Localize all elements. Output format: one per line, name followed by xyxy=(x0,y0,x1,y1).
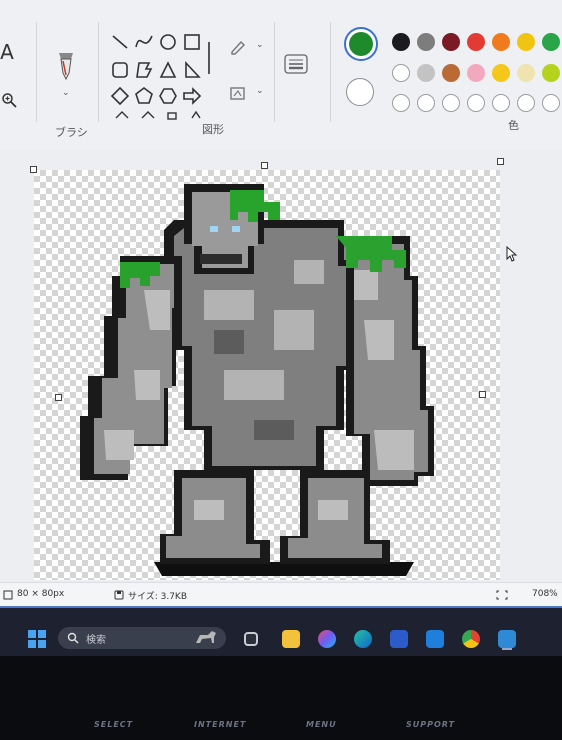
file-size-text: サイズ: 3.7KB xyxy=(128,592,188,602)
resize-handle-top-left[interactable] xyxy=(30,166,37,173)
fill-dropdown-chevron-icon[interactable]: ⌄ xyxy=(256,86,264,96)
outline-dropdown-chevron-icon[interactable]: ⌄ xyxy=(256,40,264,50)
custom-color-slot-6[interactable] xyxy=(517,94,535,112)
zoom-level-text[interactable]: 708% xyxy=(532,589,558,599)
palette-swatch-row1-3[interactable] xyxy=(442,33,460,51)
mouse-cursor-icon xyxy=(506,246,518,262)
palette-swatch-row2-3[interactable] xyxy=(442,64,460,82)
ribbon-divider xyxy=(330,22,331,122)
resize-handle-top-center[interactable] xyxy=(261,162,268,169)
line-shape-icon[interactable] xyxy=(110,32,130,52)
custom-color-slot-2[interactable] xyxy=(417,94,435,112)
stroke-size-icon[interactable] xyxy=(280,50,312,78)
palette-swatch-row2-2[interactable] xyxy=(417,64,435,82)
palette-swatch-row1-2[interactable] xyxy=(417,33,435,51)
hexagon-shape-icon[interactable] xyxy=(158,86,178,106)
outline-icon[interactable] xyxy=(228,38,248,56)
bezel-internet-label[interactable]: INTERNET xyxy=(194,720,246,729)
fit-to-window-icon[interactable] xyxy=(496,590,508,600)
windows-taskbar: 検索 xyxy=(0,606,562,656)
taskbar-search-box[interactable]: 検索 xyxy=(58,627,226,649)
edge-browser-icon[interactable] xyxy=(354,630,372,648)
chrome-icon[interactable] xyxy=(462,630,480,648)
search-icon xyxy=(67,632,79,644)
mail-icon[interactable] xyxy=(426,630,444,648)
zoom-tool-icon[interactable] xyxy=(0,90,18,110)
ribbon-divider xyxy=(274,22,275,122)
triangle-shape-icon[interactable] xyxy=(158,60,178,80)
bezel-support-label[interactable]: SUPPORT xyxy=(406,720,455,729)
oval-shape-icon[interactable] xyxy=(158,32,178,52)
paint-app-icon[interactable] xyxy=(498,630,516,648)
windows-start-icon[interactable] xyxy=(28,630,46,648)
brushes-group-label: ブラシ xyxy=(55,126,88,139)
custom-color-slot-4[interactable] xyxy=(467,94,485,112)
ribbon-divider xyxy=(36,22,37,122)
gallery-scrollbar[interactable] xyxy=(208,42,210,74)
shapes-group-label: 図形 xyxy=(202,123,224,136)
diamond-shape-icon[interactable] xyxy=(110,86,130,106)
rectangle-shape-icon[interactable] xyxy=(182,32,202,52)
rock-golem-artwork xyxy=(80,184,434,576)
store-icon[interactable] xyxy=(390,630,408,648)
custom-color-slot-7[interactable] xyxy=(542,94,560,112)
colors-group-label: 色 xyxy=(508,119,519,132)
more-shapes-row-icon[interactable] xyxy=(110,110,206,120)
palette-swatch-row1-7[interactable] xyxy=(542,33,560,51)
arrow-shape-icon[interactable] xyxy=(182,86,202,106)
search-highlight-horse-icon xyxy=(196,631,216,643)
canvas-size-icon xyxy=(3,590,13,600)
palette-swatch-row2-7[interactable] xyxy=(542,64,560,82)
search-placeholder: 検索 xyxy=(86,635,106,646)
text-tool-icon[interactable]: A xyxy=(0,40,14,64)
palette-swatch-row1-4[interactable] xyxy=(467,33,485,51)
palette-swatch-row1-5[interactable] xyxy=(492,33,510,51)
polygon-shape-icon[interactable] xyxy=(134,60,154,80)
bezel-select-label[interactable]: SELECT xyxy=(94,720,133,729)
secondary-color-swatch[interactable] xyxy=(346,78,374,106)
curve-shape-icon[interactable] xyxy=(134,32,154,52)
ribbon-toolbar: A ⌄ ブラシ ⌄ ⌄ 図形 色 xyxy=(0,0,562,150)
brush-dropdown-chevron-icon[interactable]: ⌄ xyxy=(62,88,70,98)
task-view-icon[interactable] xyxy=(244,632,258,646)
palette-swatch-row2-5[interactable] xyxy=(492,64,510,82)
palette-swatch-row2-1[interactable] xyxy=(392,64,410,82)
file-explorer-icon[interactable] xyxy=(282,630,300,648)
resize-handle-middle-left[interactable] xyxy=(55,394,62,401)
palette-swatch-row1-6[interactable] xyxy=(517,33,535,51)
palette-swatch-row2-6[interactable] xyxy=(517,64,535,82)
resize-handle-middle-right[interactable] xyxy=(479,391,486,398)
custom-color-slot-3[interactable] xyxy=(442,94,460,112)
primary-color-fill xyxy=(349,32,373,56)
file-size-icon xyxy=(114,590,124,600)
custom-color-slot-5[interactable] xyxy=(492,94,510,112)
palette-swatch-row2-4[interactable] xyxy=(467,64,485,82)
ribbon-divider xyxy=(98,22,99,122)
pentagon-shape-icon[interactable] xyxy=(134,86,154,106)
monitor-bezel: SELECT INTERNET MENU SUPPORT xyxy=(0,656,562,740)
shapes-gallery xyxy=(106,30,208,120)
canvas-workspace xyxy=(0,150,562,582)
resize-handle-top-right[interactable] xyxy=(497,158,504,165)
primary-color-swatch[interactable] xyxy=(344,27,378,61)
palette-swatch-row1-1[interactable] xyxy=(392,33,410,51)
drawing-canvas[interactable] xyxy=(34,170,500,580)
bezel-menu-label[interactable]: MENU xyxy=(306,720,337,729)
custom-color-slot-1[interactable] xyxy=(392,94,410,112)
copilot-icon[interactable] xyxy=(318,630,336,648)
rounded-rectangle-shape-icon[interactable] xyxy=(110,60,130,80)
brush-icon[interactable] xyxy=(52,50,80,82)
right-triangle-shape-icon[interactable] xyxy=(182,60,202,80)
fill-icon[interactable] xyxy=(228,84,248,102)
status-bar: 80 × 80px サイズ: 3.7KB 708% xyxy=(0,582,562,606)
canvas-size-text: 80 × 80px xyxy=(17,589,65,599)
